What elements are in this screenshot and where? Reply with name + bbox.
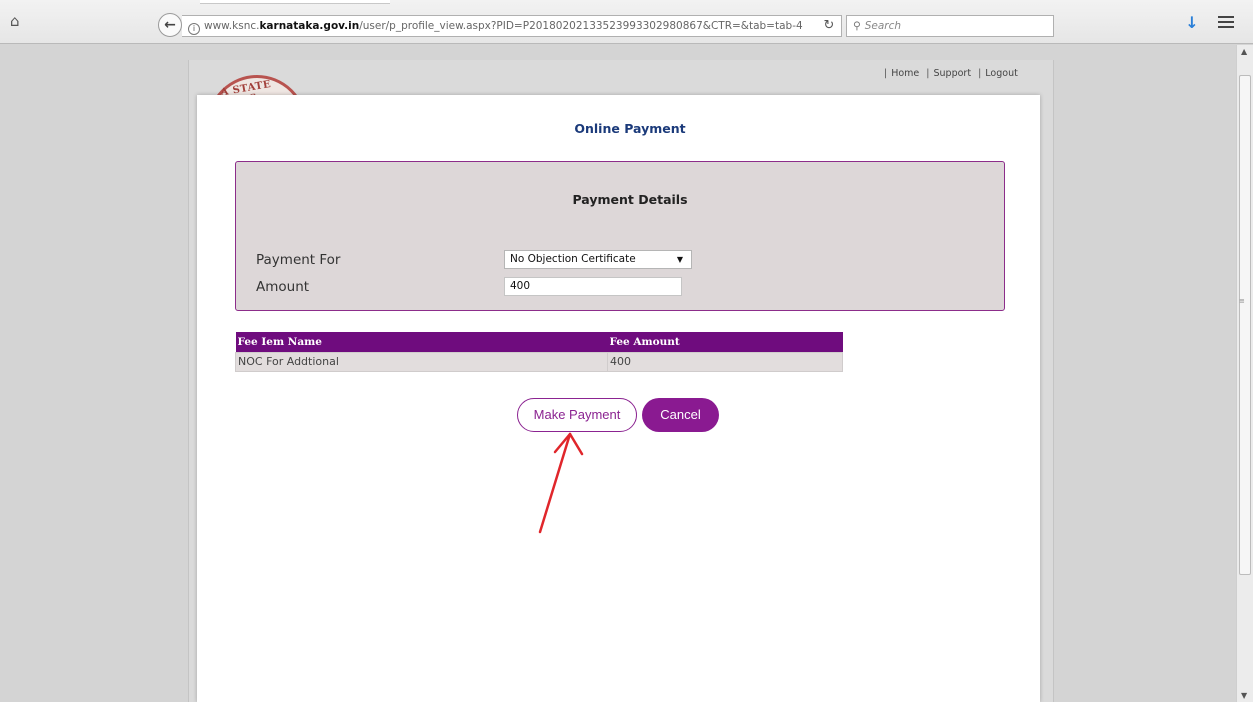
back-arrow-icon: ← [164,17,176,33]
reload-icon[interactable]: ↻ [816,15,842,37]
payment-for-label: Payment For [256,252,341,268]
annotation-arrow-shaft [538,432,572,534]
home-icon[interactable]: ⌂ [10,13,26,29]
fee-item-name-header: Fee Iem Name [235,332,608,352]
fee-table-header: Fee Iem Name Fee Amount [235,332,843,352]
cancel-button[interactable]: Cancel [642,398,719,432]
support-link[interactable]: Support [934,68,972,79]
home-link[interactable]: Home [891,68,919,79]
table-row: NOC For Addtional 400 [235,351,843,372]
scrollbar-thumb[interactable] [1239,75,1251,575]
payment-for-select[interactable]: No Objection Certificate ▼ [504,250,692,269]
chevron-down-icon: ▼ [676,255,683,264]
url-prefix: www.ksnc. [204,20,260,32]
amount-label: Amount [256,279,310,295]
fee-amount-cell: 400 [607,351,843,372]
download-icon[interactable]: ↓ [1184,14,1200,32]
payment-for-value: No Objection Certificate [510,253,636,265]
scroll-down-icon[interactable]: ▼ [1241,691,1247,700]
back-button[interactable]: ← [158,13,182,37]
annotation-arrow-icon [538,432,584,534]
url-path: /user/p_profile_view.aspx?PID=P201802021… [359,20,803,32]
logout-link[interactable]: Logout [985,68,1018,79]
grip-icon: ≡ [1239,297,1245,305]
menu-icon[interactable] [1218,16,1234,30]
search-icon: ⚲ [853,20,861,32]
header-links: | Home | Support | Logout [884,68,1018,79]
fee-table: Fee Iem Name Fee Amount NOC For Addtiona… [235,332,843,372]
payment-details-title: Payment Details [572,192,688,207]
address-bar[interactable]: i www.ksnc.karnataka.gov.in/user/p_profil… [182,15,842,37]
scroll-up-icon[interactable]: ▲ [1241,47,1247,56]
page-title: Online Payment [574,121,686,136]
active-tab-edge [200,0,390,4]
annotation-arrow-head [553,432,584,456]
vertical-scrollbar[interactable]: ▲ ≡ ▼ [1236,45,1253,702]
url-host: karnataka.gov.in [259,20,360,32]
search-input[interactable]: ⚲ Search [846,15,1054,37]
amount-field[interactable]: 400 [504,277,682,296]
search-placeholder: Search [864,20,902,32]
fee-amount-header: Fee Amount [607,332,843,352]
fee-item-name-cell: NOC For Addtional [235,351,608,372]
browser-toolbar: ⌂ ← i www.ksnc.karnataka.gov.in/user/p_pr… [0,0,1253,44]
info-icon[interactable]: i [188,23,200,35]
